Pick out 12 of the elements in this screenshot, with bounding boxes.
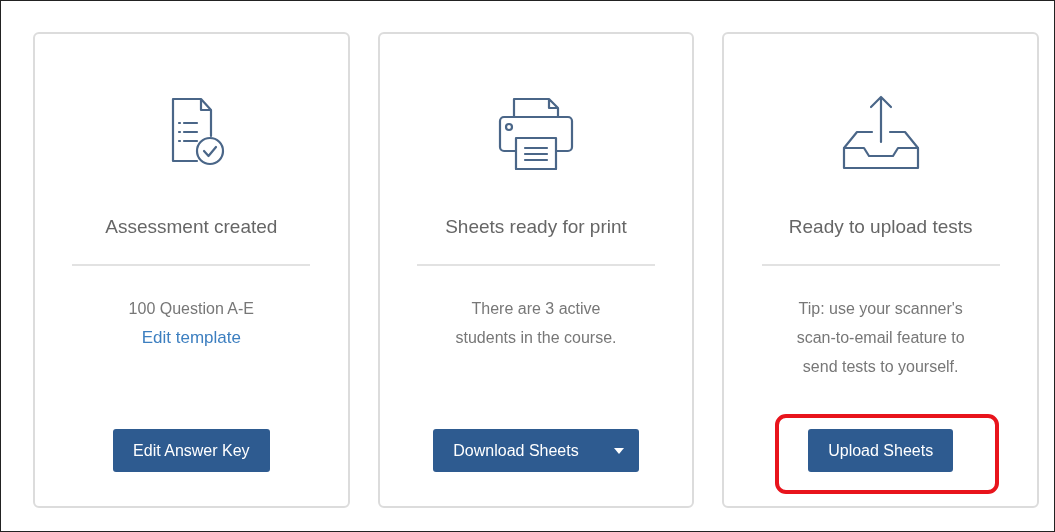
card-title: Assessment created [105, 216, 278, 238]
card-title: Ready to upload tests [788, 216, 973, 238]
card-description: Tip: use your scanner's scan-to-email feature to send tests to yourself. [795, 299, 966, 377]
action-button[interactable]: Edit Answer Key [113, 429, 270, 472]
caret-icon [613, 447, 624, 454]
card-description: 100 Question A-E [127, 299, 256, 319]
action-button[interactable]: Download Sheets [433, 429, 599, 472]
card-description: There are 3 active students in the course. [454, 299, 618, 348]
action-button[interactable]: Upload Sheets [808, 429, 954, 472]
edit-template-link[interactable]: Edit template [141, 323, 241, 352]
dropdown-button[interactable] [598, 429, 639, 472]
card-title: Sheets ready for print [445, 216, 627, 238]
